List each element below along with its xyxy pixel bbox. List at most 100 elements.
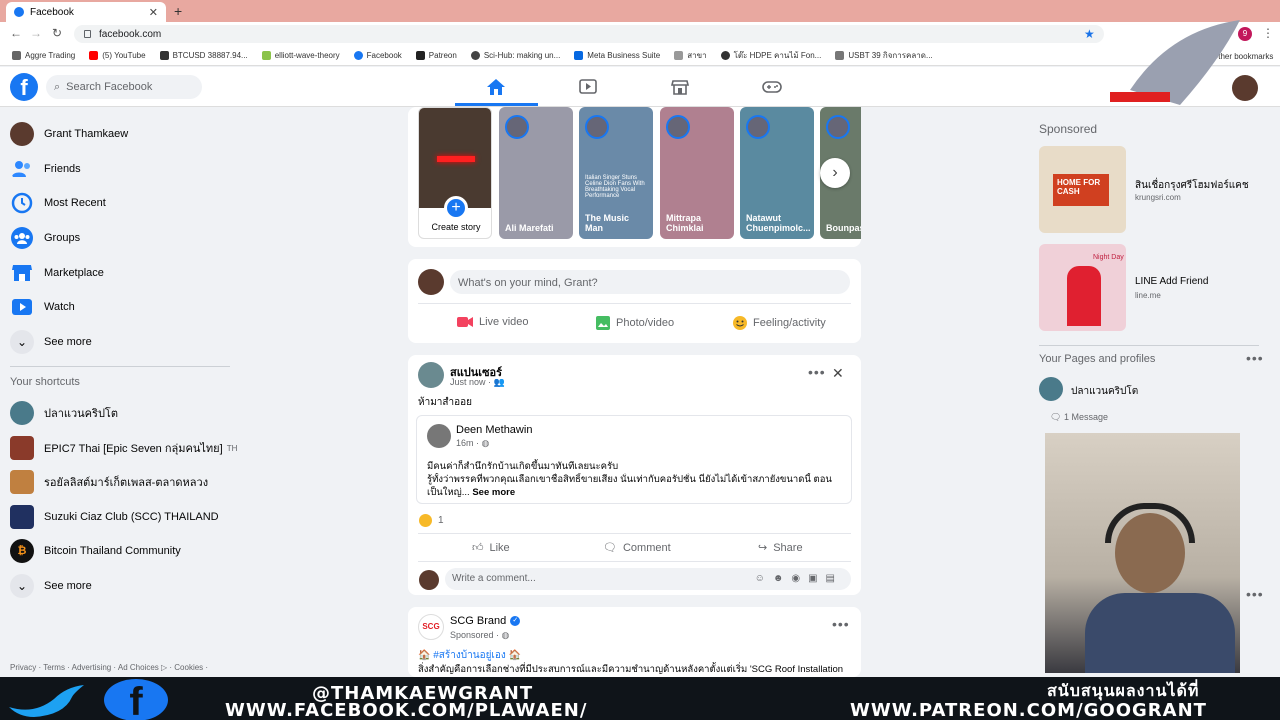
shortcut-item[interactable]: ₿ Bitcoin Thailand Community [10,538,181,564]
sponsored-title: Sponsored [1039,122,1098,136]
photo-video-button[interactable]: Photo/video [596,316,674,330]
back-icon[interactable]: ← [10,26,22,40]
shortcut-suffix: TH [226,443,238,453]
shortcut-item[interactable]: รอยัลลิสต์มาร์เก็ตเพลส-ตลาดหลวง [10,469,208,495]
shortcut-label: รอยัลลิสต์มาร์เก็ตเพลส-ตลาดหลวง [44,477,209,489]
chevron-down-icon: ⌄ [10,330,34,354]
sidebar-see-more[interactable]: ⌄ See more [10,329,92,355]
story-card[interactable]: Italian Singer Stuns Celine Dion Fans Wi… [579,107,653,239]
story-card[interactable]: Mittrapa Chimklai [660,107,734,239]
page-name[interactable]: ปลาแวนคริปโต [1071,384,1138,399]
share-button[interactable]: ↪ Share [758,541,803,555]
tab-title: Facebook [30,6,74,18]
bookmark-item[interactable]: (5) YouTube [89,51,146,60]
bookmark-item[interactable]: Patreon [415,51,457,60]
composer-input[interactable]: What's on your mind, Grant? [450,270,850,294]
post-time[interactable]: Just now · 👥 [450,377,505,388]
post-author[interactable]: SCG Brand ✓ [450,615,521,627]
bookmark-item[interactable]: Sci-Hub: making un... [470,51,560,60]
story-avatar [666,115,690,139]
feeling-activity-button[interactable]: Feeling/activity [733,316,826,330]
bookmarks-bar: Aggre Trading (5) YouTube BTCUSD 38887.9… [0,46,1280,66]
gaming-icon[interactable] [762,78,782,96]
post-more-icon[interactable]: ••• [832,616,850,632]
shortcut-item[interactable]: EPIC7 Thai [Epic Seven กลุ่มคนไทย] TH [10,435,237,461]
like-button[interactable]: 👍︎ Like [472,541,510,555]
footer-links[interactable]: Privacy · Terms · Advertising · Ad Choic… [10,663,208,672]
shared-author-avatar[interactable] [427,424,451,448]
bookmark-star-icon[interactable]: ★ [1084,27,1095,41]
friends-icon [12,161,30,177]
see-more-link[interactable]: See more [472,487,515,498]
post-hashtag[interactable]: 🏠 #สร้างบ้านอยู่เอง 🏠 [418,648,521,663]
composer-divider [418,303,851,304]
video-icon[interactable] [578,78,598,96]
facebook-logo-icon: f [104,679,168,720]
comment-input[interactable]: Write a comment... ☺☻◉▣▤ [445,568,851,590]
shared-author[interactable]: Deen Methawin [456,424,532,436]
sidebar-item-label: Marketplace [44,267,104,279]
forward-icon[interactable]: → [30,26,42,40]
search-input[interactable]: ⌕ Search Facebook [46,75,202,99]
bookmark-item[interactable]: Aggre Trading [12,51,75,60]
post-text: ห้ามาสำออย [418,397,473,408]
bookmark-item[interactable]: Facebook [353,51,402,60]
comment-icon: 🗨︎ [603,542,617,554]
twitter-icon [9,685,84,717]
live-video-button[interactable]: Live video [457,316,529,328]
scg-logo[interactable]: SCG [418,614,444,640]
bookmark-item[interactable]: Meta Business Suite [574,51,660,60]
story-card[interactable]: Natawut Chuenpimolc... [740,107,814,239]
bookmark-item[interactable]: สาขา [674,49,707,62]
story-card[interactable]: Ali Marefati [499,107,573,239]
stories-next-button[interactable]: › [820,158,850,188]
address-bar[interactable]: facebook.com [74,25,1104,43]
watch-icon [12,299,32,315]
sidebar-item-profile[interactable]: Grant Thamkaew [10,121,128,147]
bookmark-item[interactable]: BTCUSD 38887.94... [159,51,248,60]
ad-domain: line.me [1135,291,1161,300]
sidebar-item-marketplace[interactable]: Marketplace [10,260,104,286]
bookmark-item[interactable]: USBT 39 กิจการคลาด... [835,49,933,62]
account-avatar[interactable] [1232,75,1258,101]
reaction-summary[interactable]: 1 [419,514,444,527]
sidebar-item-groups[interactable]: Groups [10,225,80,251]
comment-button[interactable]: 🗨︎ Comment [603,541,671,555]
thumbs-up-icon: 👍︎ [472,542,484,554]
page-messages[interactable]: 🗨︎ 1 Message [1050,412,1108,423]
post-close-icon[interactable]: ✕ [832,365,844,382]
facebook-favicon-icon [14,7,24,17]
bookmark-item[interactable]: โต๊ะ HDPE คานไม้ Fon... [720,49,821,62]
story-name: Natawut Chuenpimolc... [746,213,811,233]
sidebar-item-watch[interactable]: Watch [10,294,75,320]
ad-image[interactable]: Night Day [1039,244,1126,331]
sidebar-item-friends[interactable]: Friends [10,156,81,182]
shortcut-item[interactable]: Suzuki Ciaz Club (SCC) THAILAND [10,504,219,530]
sponsored-label[interactable]: Sponsored · ◍ [450,630,509,641]
comment-tools-icons[interactable]: ☺☻◉▣▤ [755,568,843,590]
create-story[interactable]: + Create story [418,107,492,239]
bookmark-item[interactable]: elliott-wave-theory [261,51,340,60]
new-tab-icon[interactable]: + [174,3,182,19]
ad-title[interactable]: LINE Add Friend [1135,276,1208,287]
browser-tab[interactable]: Facebook ✕ [6,2,166,22]
ad-image[interactable]: HOME FOR CASH [1039,146,1126,233]
page-avatar[interactable] [1039,377,1063,401]
ad-title[interactable]: สินเชื่อกรุงศรีโฮมฟอร์แคช [1135,178,1249,193]
shortcuts-see-more[interactable]: ⌄ See more [10,573,92,599]
marketplace-icon[interactable] [670,78,690,96]
post-author-avatar[interactable] [418,362,444,388]
chevron-down-icon: ⌄ [10,574,34,598]
sidebar-item-label: Watch [44,301,75,313]
reload-icon[interactable]: ↻ [52,26,62,40]
home-icon[interactable] [486,78,506,96]
browser-menu-icon[interactable]: ⋮ [1262,26,1274,40]
sidebar-item-most-recent[interactable]: Most Recent [10,190,106,216]
post-more-icon[interactable]: ••• [808,364,826,380]
close-tab-icon[interactable]: ✕ [149,6,158,19]
shortcut-label: EPIC7 Thai [Epic Seven กลุ่มคนไทย] [44,443,223,455]
contacts-more-icon[interactable]: ••• [1246,586,1264,602]
shortcut-item[interactable]: ปลาแวนคริปโต [10,400,118,426]
facebook-logo-icon[interactable]: f [10,73,38,101]
pages-more-icon[interactable]: ••• [1246,350,1264,366]
